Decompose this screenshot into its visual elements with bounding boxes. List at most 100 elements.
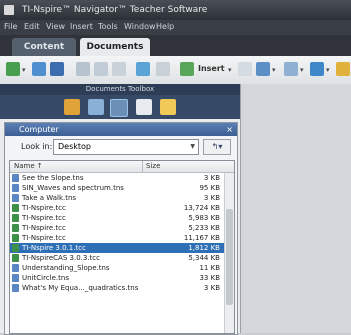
toolbox-title: Documents Toolbox (0, 84, 240, 95)
file-size: 3 KB (203, 284, 220, 292)
file-explorer: Computer × Look in: Desktop ▼ ↰▾ Name ↑ … (4, 122, 238, 335)
file-list: Name ↑ Size See the Slope.tns 3 KB SIN_Wav… (9, 160, 235, 334)
file-size: 5,983 KB (188, 214, 220, 222)
open-folder-icon[interactable] (32, 62, 46, 76)
variables-icon[interactable] (160, 99, 176, 115)
workspace-tabbar: Content Documents (0, 35, 351, 56)
send-icon[interactable] (310, 62, 324, 76)
chevron-down-icon: ▼ (190, 143, 195, 150)
page-icon[interactable] (256, 62, 270, 76)
undo-icon[interactable] (156, 62, 170, 76)
file-size: 1,812 KB (188, 244, 220, 252)
menu-insert[interactable]: Insert (70, 22, 93, 31)
page-layout-icon[interactable] (238, 62, 252, 76)
tab-content[interactable]: Content (12, 38, 76, 56)
file-size: 95 KB (199, 184, 220, 192)
table-row[interactable]: See the Slope.tns 3 KB (10, 173, 224, 183)
copy-icon[interactable] (94, 62, 108, 76)
paste-icon[interactable] (112, 62, 126, 76)
table-row[interactable]: What's My Equa..._quadratics.tns 3 KB (10, 283, 224, 293)
file-name: TI-Nspire.tcc (22, 234, 66, 242)
tcc-file-icon (12, 214, 19, 222)
file-name: See the Slope.tns (22, 174, 84, 182)
look-in-label: Look in: (21, 142, 53, 151)
explorer-title: Computer (19, 125, 59, 134)
document-workspace[interactable] (241, 84, 351, 333)
table-row[interactable]: Take a Walk.tns 3 KB (10, 193, 224, 203)
screen-capture-icon[interactable] (136, 62, 150, 76)
tool-icon[interactable] (336, 62, 350, 76)
file-name: TI-Nspire.tcc (22, 204, 66, 212)
vertical-scrollbar[interactable] (224, 173, 234, 333)
file-list-header: Name ↑ Size (10, 161, 234, 173)
new-document-icon[interactable] (6, 62, 20, 76)
tcc-file-icon (12, 224, 19, 232)
tcc-file-icon (12, 244, 19, 252)
tns-file-icon (12, 184, 19, 192)
file-name: TI-NspireCAS 3.0.3.tcc (22, 254, 100, 262)
file-name: Take a Walk.tns (22, 194, 77, 202)
menu-window[interactable]: Window (124, 22, 156, 31)
file-size: 3 KB (203, 174, 220, 182)
table-row[interactable]: Understanding_Slope.tns 11 KB (10, 263, 224, 273)
close-icon[interactable]: × (226, 123, 233, 136)
menubar: File Edit View Insert Tools Window Help (0, 20, 351, 35)
look-in-select[interactable]: Desktop ▼ (53, 139, 199, 155)
file-name: UnitCircle.tns (22, 274, 69, 282)
insert-label[interactable]: Insert (198, 64, 225, 73)
table-row[interactable]: TI-NspireCAS 3.0.3.tcc 5,344 KB (10, 253, 224, 263)
scrollbar-thumb[interactable] (226, 209, 233, 305)
file-name: SIN_Waves and spectrum.tns (22, 184, 124, 192)
folder-up-button[interactable]: ↰▾ (203, 139, 231, 155)
chevron-down-icon[interactable]: ▾ (228, 66, 232, 74)
window-title: TI-Nspire™ Navigator™ Teacher Software (22, 5, 208, 15)
column-size[interactable]: Size (146, 162, 160, 170)
menu-help[interactable]: Help (156, 22, 174, 31)
file-name: TI-Nspire 3.0.1.tcc (22, 244, 86, 252)
table-row[interactable]: TI-Nspire 3.0.1.tcc 1,812 KB (10, 243, 224, 253)
table-row[interactable]: TI-Nspire.tcc 5,983 KB (10, 213, 224, 223)
column-divider[interactable] (142, 161, 143, 172)
file-size: 3 KB (203, 194, 220, 202)
utilities-icon[interactable] (136, 99, 152, 115)
file-size: 5,344 KB (188, 254, 220, 262)
chevron-down-icon[interactable]: ▾ (300, 66, 304, 74)
tns-file-icon (12, 174, 19, 182)
save-icon[interactable] (50, 62, 64, 76)
chevron-down-icon[interactable]: ▾ (272, 66, 276, 74)
tools-icon[interactable] (64, 99, 80, 115)
tcc-file-icon (12, 254, 19, 262)
tns-file-icon (12, 284, 19, 292)
tcc-file-icon (12, 204, 19, 212)
list-icon[interactable] (284, 62, 298, 76)
documents-toolbox-panel: Documents Toolbox Computer × Look in: De… (0, 84, 241, 335)
tns-file-icon (12, 194, 19, 202)
file-name: Understanding_Slope.tns (22, 264, 110, 272)
cut-icon[interactable] (76, 62, 90, 76)
content-explorer-icon[interactable] (110, 99, 128, 117)
folder-up-icon: ↰▾ (211, 142, 223, 151)
look-in-value: Desktop (58, 142, 91, 151)
insert-icon[interactable] (180, 62, 194, 76)
tns-file-icon (12, 264, 19, 272)
menu-file[interactable]: File (4, 22, 17, 31)
file-size: 11,167 KB (183, 234, 220, 242)
menu-view[interactable]: View (46, 22, 65, 31)
chevron-down-icon[interactable]: ▾ (22, 66, 26, 74)
menu-edit[interactable]: Edit (24, 22, 40, 31)
file-size: 11 KB (199, 264, 220, 272)
table-row[interactable]: SIN_Waves and spectrum.tns 95 KB (10, 183, 224, 193)
table-row[interactable]: TI-Nspire.tcc 5,233 KB (10, 223, 224, 233)
tcc-file-icon (12, 234, 19, 242)
look-in-row: Look in: Desktop ▼ ↰▾ (5, 136, 237, 158)
table-row[interactable]: TI-Nspire.tcc 13,724 KB (10, 203, 224, 213)
toolbox-icon-bar (0, 95, 240, 119)
page-sorter-icon[interactable] (88, 99, 104, 115)
menu-tools[interactable]: Tools (98, 22, 118, 31)
table-row[interactable]: TI-Nspire.tcc 11,167 KB (10, 233, 224, 243)
tab-documents[interactable]: Documents (80, 38, 150, 56)
file-size: 33 KB (199, 274, 220, 282)
table-row[interactable]: UnitCircle.tns 33 KB (10, 273, 224, 283)
chevron-down-icon[interactable]: ▾ (326, 66, 330, 74)
column-name[interactable]: Name ↑ (14, 162, 43, 170)
